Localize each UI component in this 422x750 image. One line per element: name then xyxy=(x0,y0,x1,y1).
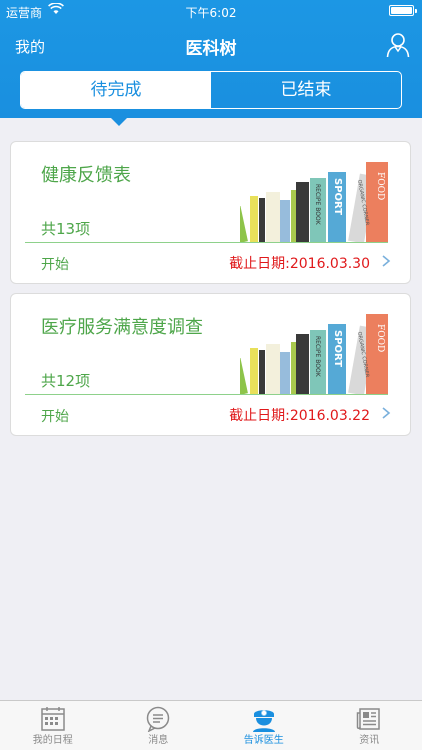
spine-sport: SPORT xyxy=(332,330,343,367)
doctor-profile-icon[interactable] xyxy=(386,32,410,58)
deadline-label: 截止日期:2016.03.22 xyxy=(229,408,370,424)
survey-count: 共12项 xyxy=(41,372,91,390)
calendar-icon xyxy=(41,707,65,731)
tab-finished[interactable]: 已结束 xyxy=(211,72,401,108)
news-icon xyxy=(357,708,380,730)
status-segmented-control: 待完成 已结束 xyxy=(20,71,402,109)
tab-label: 告诉医生 xyxy=(243,735,284,746)
divider xyxy=(25,394,388,395)
tab-label: 消息 xyxy=(148,735,169,746)
divider xyxy=(25,242,388,243)
deadline-label: 截止日期:2016.03.30 xyxy=(229,256,370,272)
spine-recipe: RECIPE BOOK xyxy=(314,336,321,378)
survey-card[interactable]: 健康反馈表 共13项 FOOD ORGANIC CORNER SPORT REC… xyxy=(10,141,411,284)
tab-news[interactable]: 资讯 xyxy=(317,701,422,750)
page-title: 医科树 xyxy=(185,39,237,59)
doctor-icon xyxy=(252,710,275,732)
tab-messages[interactable]: 消息 xyxy=(106,701,212,750)
survey-card[interactable]: 医疗服务满意度调查 共12项 FOOD ORGANIC CORNER SPORT… xyxy=(10,293,411,436)
start-button[interactable]: 开始 xyxy=(41,406,69,426)
status-bar: 运营商 下午6:02 xyxy=(0,0,422,22)
chevron-right-icon xyxy=(382,407,391,419)
books-illustration: FOOD ORGANIC CORNER SPORT RECIPE BOOK xyxy=(240,162,388,242)
tab-bar: 我的日程 消息 告诉医生 资讯 xyxy=(0,700,422,750)
spine-food: FOOD xyxy=(375,172,385,200)
spine-recipe: RECIPE BOOK xyxy=(314,184,321,226)
segment-pointer xyxy=(110,117,128,126)
header-bar: 运营商 下午6:02 我的 医科树 待完成 已结束 xyxy=(0,0,422,118)
books-illustration: FOOD ORGANIC CORNER SPORT RECIPE BOOK xyxy=(240,314,388,394)
battery-icon xyxy=(389,5,417,16)
status-time: 下午6:02 xyxy=(185,6,237,20)
survey-title: 健康反馈表 xyxy=(41,165,131,186)
tab-label: 资讯 xyxy=(359,735,380,746)
tab-pending[interactable]: 待完成 xyxy=(21,72,211,108)
survey-title: 医疗服务满意度调查 xyxy=(41,317,203,338)
tab-label: 我的日程 xyxy=(32,735,73,746)
tab-tell-doctor[interactable]: 告诉医生 xyxy=(211,701,317,750)
chevron-right-icon xyxy=(382,255,391,267)
start-button[interactable]: 开始 xyxy=(41,254,69,274)
spine-sport: SPORT xyxy=(332,178,343,215)
message-icon xyxy=(147,706,170,732)
survey-count: 共13项 xyxy=(41,220,91,238)
tab-my-schedule[interactable]: 我的日程 xyxy=(0,701,106,750)
spine-food: FOOD xyxy=(375,324,385,352)
